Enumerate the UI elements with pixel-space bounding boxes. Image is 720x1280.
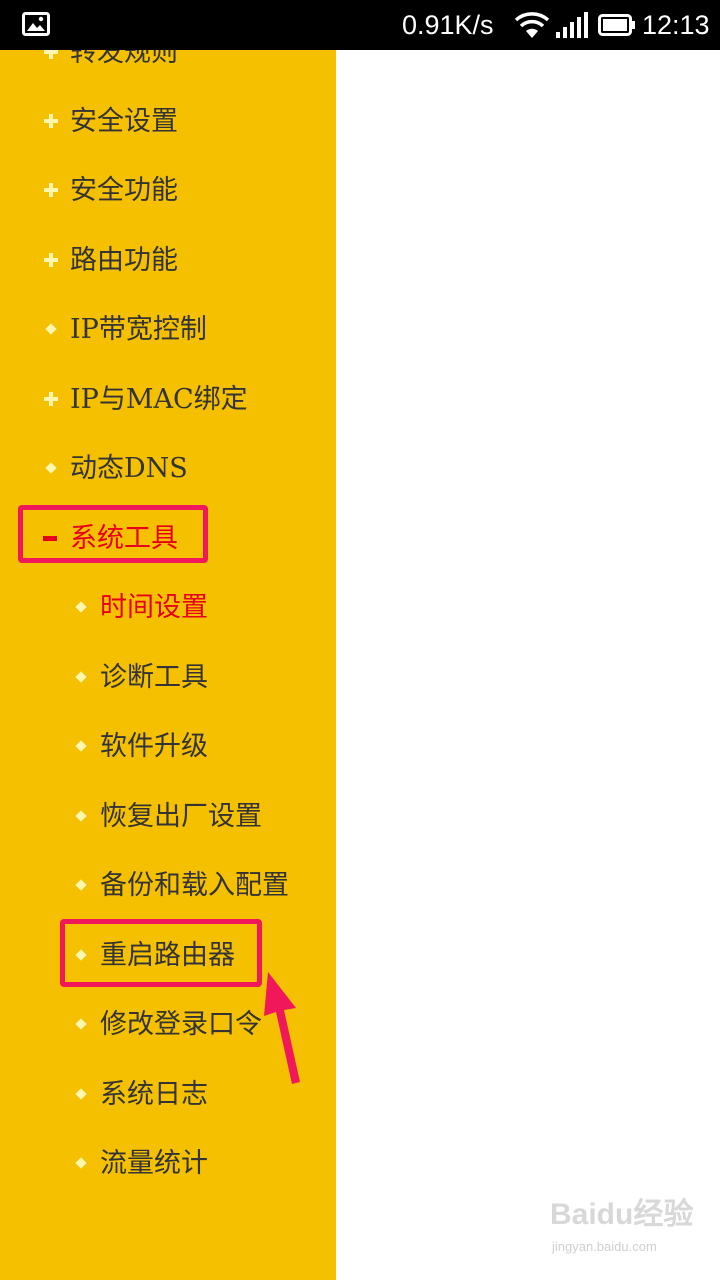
submenu-item-label: 备份和载入配置 <box>100 870 289 901</box>
submenu-item-label: 诊断工具 <box>100 662 208 693</box>
submenu-item-traffic-stats[interactable]: 流量统计 <box>0 1139 336 1189</box>
dot-icon <box>72 668 90 686</box>
menu-item-label: 安全功能 <box>70 175 178 206</box>
menu-item-label: 路由功能 <box>70 245 178 276</box>
highlight-box-system-tools <box>18 505 208 563</box>
watermark-url: jingyan.baidu.com <box>552 1239 657 1254</box>
wifi-icon <box>514 12 550 38</box>
submenu-item-label: 系统日志 <box>100 1079 208 1110</box>
submenu-item-diagnostics[interactable]: 诊断工具 <box>0 653 336 703</box>
menu-item-ip-bandwidth[interactable]: IP带宽控制 <box>0 305 336 355</box>
menu-item-ip-mac-binding[interactable]: IP与MAC绑定 <box>0 375 336 425</box>
menu-item-forwarding-rules[interactable]: 转发规则 <box>0 50 336 78</box>
dot-icon <box>72 876 90 894</box>
submenu-item-backup-restore[interactable]: 备份和载入配置 <box>0 861 336 911</box>
signal-icon <box>556 12 588 38</box>
submenu-item-label: 时间设置 <box>100 592 208 623</box>
dot-icon <box>72 1015 90 1033</box>
submenu-item-label: 软件升级 <box>100 731 208 762</box>
plus-icon <box>42 390 60 408</box>
highlight-box-reboot-router <box>60 919 262 987</box>
submenu-item-label: 恢复出厂设置 <box>100 801 262 832</box>
plus-icon <box>42 181 60 199</box>
menu-item-security-functions[interactable]: 安全功能 <box>0 166 336 216</box>
menu-item-label: 安全设置 <box>70 106 178 137</box>
menu-item-label: IP与MAC绑定 <box>70 384 248 415</box>
submenu-item-time-settings[interactable]: 时间设置 <box>0 583 336 633</box>
menu-item-label: 动态DNS <box>70 453 188 484</box>
menu-item-security-settings[interactable]: 安全设置 <box>0 97 336 147</box>
menu-item-label: 转发规则 <box>70 50 178 68</box>
plus-icon <box>42 50 60 61</box>
image-icon <box>22 12 50 36</box>
submenu-item-label: 修改登录口令 <box>100 1009 262 1040</box>
dot-icon <box>72 807 90 825</box>
network-speed: 0.91K/s <box>402 10 494 40</box>
dot-icon <box>72 598 90 616</box>
annotation-arrow-icon <box>264 972 300 1084</box>
plus-icon <box>42 112 60 130</box>
submenu-item-label: 流量统计 <box>100 1148 208 1179</box>
menu-item-routing[interactable]: 路由功能 <box>0 236 336 286</box>
status-bar: 0.91K/s 12:13 <box>0 0 720 50</box>
watermark-logo: Baidu经验 <box>550 1198 694 1231</box>
content-pane <box>336 50 720 1280</box>
dot-icon <box>42 459 60 477</box>
menu-item-ddns[interactable]: 动态DNS <box>0 444 336 494</box>
clock: 12:13 <box>642 10 710 40</box>
submenu-item-firmware-upgrade[interactable]: 软件升级 <box>0 722 336 772</box>
watermark: Baidu经验 jingyan.baidu.com <box>550 1195 700 1265</box>
battery-icon <box>598 14 635 36</box>
dot-icon <box>72 737 90 755</box>
menu-item-label: IP带宽控制 <box>70 314 207 345</box>
submenu-item-factory-reset[interactable]: 恢复出厂设置 <box>0 792 336 842</box>
dot-icon <box>72 1085 90 1103</box>
plus-icon <box>42 251 60 269</box>
dot-icon <box>42 320 60 338</box>
dot-icon <box>72 1154 90 1172</box>
sidebar-menu: 转发规则 安全设置 安全功能 路由功能 IP带宽控制 IP与MAC绑定 动态DN… <box>0 50 336 1280</box>
